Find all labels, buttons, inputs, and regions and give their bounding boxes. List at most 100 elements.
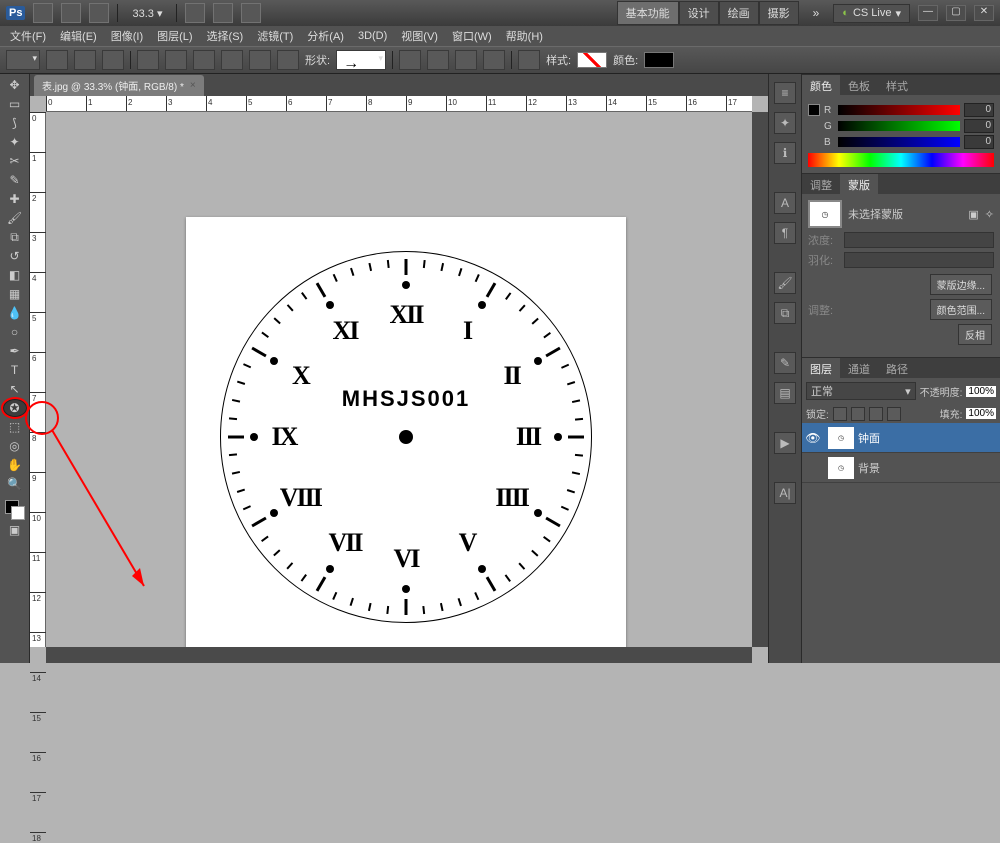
custom-shape-picker[interactable]: → [336,50,386,70]
layer-name[interactable]: 背景 [858,460,880,476]
window-minimize-button[interactable]: — [918,5,938,21]
custom-shape-tool[interactable]: ✪ [3,399,27,417]
view-extras-icon[interactable] [89,3,109,23]
layer-comps-panel-icon[interactable]: ▤ [774,382,796,404]
shape-layers-mode-icon[interactable] [46,50,68,70]
layer-thumbnail[interactable]: ◷ [828,457,854,479]
more-workspaces-icon[interactable]: » [807,6,826,20]
document-tab[interactable]: 表.jpg @ 33.3% (钟面, RGB/8) *× [34,75,204,96]
info-panel-icon[interactable]: ℹ [774,142,796,164]
zoom-tool[interactable]: 🔍 [3,475,27,493]
blend-mode-dropdown[interactable]: 正常▾ [806,382,916,400]
layer-thumbnail[interactable]: ◷ [828,427,854,449]
workspace-tab-photography[interactable]: 摄影 [759,1,799,25]
ellipse-shape-icon[interactable] [193,50,215,70]
gradient-tool[interactable]: ▦ [3,285,27,303]
zoom-display[interactable]: 33.3 ▾ [126,7,168,20]
workspace-tab-design[interactable]: 设计 [679,1,719,25]
eraser-tool[interactable]: ◧ [3,266,27,284]
move-tool[interactable]: ✥ [3,76,27,94]
visibility-eye-icon[interactable]: 👁 [802,431,824,445]
character-panel-icon[interactable]: A [774,192,796,214]
menu-select[interactable]: 选择(S) [201,26,250,46]
menu-edit[interactable]: 编辑(E) [54,26,103,46]
density-field[interactable] [844,232,994,248]
eyedropper-tool[interactable]: ✎ [3,171,27,189]
window-close-button[interactable]: ✕ [974,5,994,21]
tab-masks[interactable]: 蒙版 [840,174,878,194]
tool-presets-panel-icon[interactable]: ✎ [774,352,796,374]
color-spectrum[interactable] [808,153,994,167]
rounded-rect-shape-icon[interactable] [165,50,187,70]
history-panel-icon[interactable]: ≡ [774,82,796,104]
pixel-mask-icon[interactable]: ▣ [968,208,978,221]
history-brush-tool[interactable]: ↺ [3,247,27,265]
clone-stamp-tool[interactable]: ⧉ [3,228,27,246]
blur-tool[interactable]: 💧 [3,304,27,322]
path-selection-tool[interactable]: ↖ [3,380,27,398]
menu-3d[interactable]: 3D(D) [352,28,393,44]
tool-preset-picker[interactable] [6,50,40,70]
paths-mode-icon[interactable] [74,50,96,70]
mask-edge-button[interactable]: 蒙版边缘... [930,274,992,295]
menu-filter[interactable]: 滤镜(T) [251,26,299,46]
hand-tool[interactable]: ✋ [3,456,27,474]
lasso-tool[interactable]: ⟆ [3,114,27,132]
shape-color-swatch[interactable] [644,52,674,68]
fill-pixels-mode-icon[interactable] [102,50,124,70]
type-tool[interactable]: T [3,361,27,379]
g-value[interactable]: 0 [964,119,994,133]
cslive-button[interactable]: ◐CS Live ▾ [833,4,910,23]
hand-icon[interactable] [185,3,205,23]
layer-row[interactable]: ◷ 背景 [802,453,1000,483]
vector-mask-icon[interactable]: ✧ [985,208,994,221]
combine-exclude-icon[interactable] [483,50,505,70]
invert-button[interactable]: 反相 [958,324,992,345]
color-range-button[interactable]: 颜色范围... [930,299,992,320]
menu-image[interactable]: 图像(I) [105,26,149,46]
menu-file[interactable]: 文件(F) [4,26,52,46]
quick-select-tool[interactable]: ✦ [3,133,27,151]
tab-paths[interactable]: 路径 [878,358,916,378]
tab-styles[interactable]: 样式 [878,75,916,95]
marquee-tool[interactable]: ▭ [3,95,27,113]
ruler-vertical[interactable]: 0123456789101112131415161718 [30,112,46,647]
brush-tool[interactable]: 🖌 [3,209,27,227]
r-slider[interactable] [838,105,960,115]
healing-brush-tool[interactable]: ✚ [3,190,27,208]
pen-tool[interactable]: ✒ [3,342,27,360]
menu-help[interactable]: 帮助(H) [500,26,549,46]
crop-tool[interactable]: ✂ [3,152,27,170]
menu-view[interactable]: 视图(V) [395,26,444,46]
tab-adjustments[interactable]: 调整 [802,174,840,194]
menu-analysis[interactable]: 分析(A) [301,26,350,46]
actions-panel-icon[interactable]: ▶ [774,432,796,454]
align-icon[interactable] [518,50,540,70]
feather-field[interactable] [844,252,994,268]
lock-position-icon[interactable] [869,407,883,421]
scrollbar-horizontal[interactable] [46,647,752,663]
lock-transparency-icon[interactable] [833,407,847,421]
ruler-horizontal[interactable]: 0123456789101112131415161718 [46,96,752,112]
workspace-tab-essentials[interactable]: 基本功能 [617,1,679,25]
mask-thumbnail[interactable]: ◷ [808,200,842,228]
lock-pixels-icon[interactable] [851,407,865,421]
brush-panel-icon[interactable]: 🖌 [774,272,796,294]
style-picker[interactable] [577,52,607,68]
layer-row[interactable]: 👁 ◷ 钟面 [802,423,1000,453]
launch-minibridge-icon[interactable] [61,3,81,23]
screen-mode-icon[interactable] [241,3,261,23]
paragraph-styles-panel-icon[interactable]: A| [774,482,796,504]
combine-intersect-icon[interactable] [455,50,477,70]
canvas-background[interactable]: MHSJS001 XIIIIIIIIIIIIVVIVIIVIIIIXXXI [46,112,752,647]
menu-window[interactable]: 窗口(W) [446,26,498,46]
opacity-value[interactable]: 100% [966,386,996,397]
tab-layers[interactable]: 图层 [802,358,840,378]
b-value[interactable]: 0 [964,135,994,149]
close-tab-icon[interactable]: × [190,80,196,91]
launch-bridge-icon[interactable] [33,3,53,23]
tab-swatches[interactable]: 色板 [840,75,878,95]
fill-value[interactable]: 100% [966,408,996,419]
3d-tool[interactable]: ⬚ [3,418,27,436]
combine-subtract-icon[interactable] [427,50,449,70]
